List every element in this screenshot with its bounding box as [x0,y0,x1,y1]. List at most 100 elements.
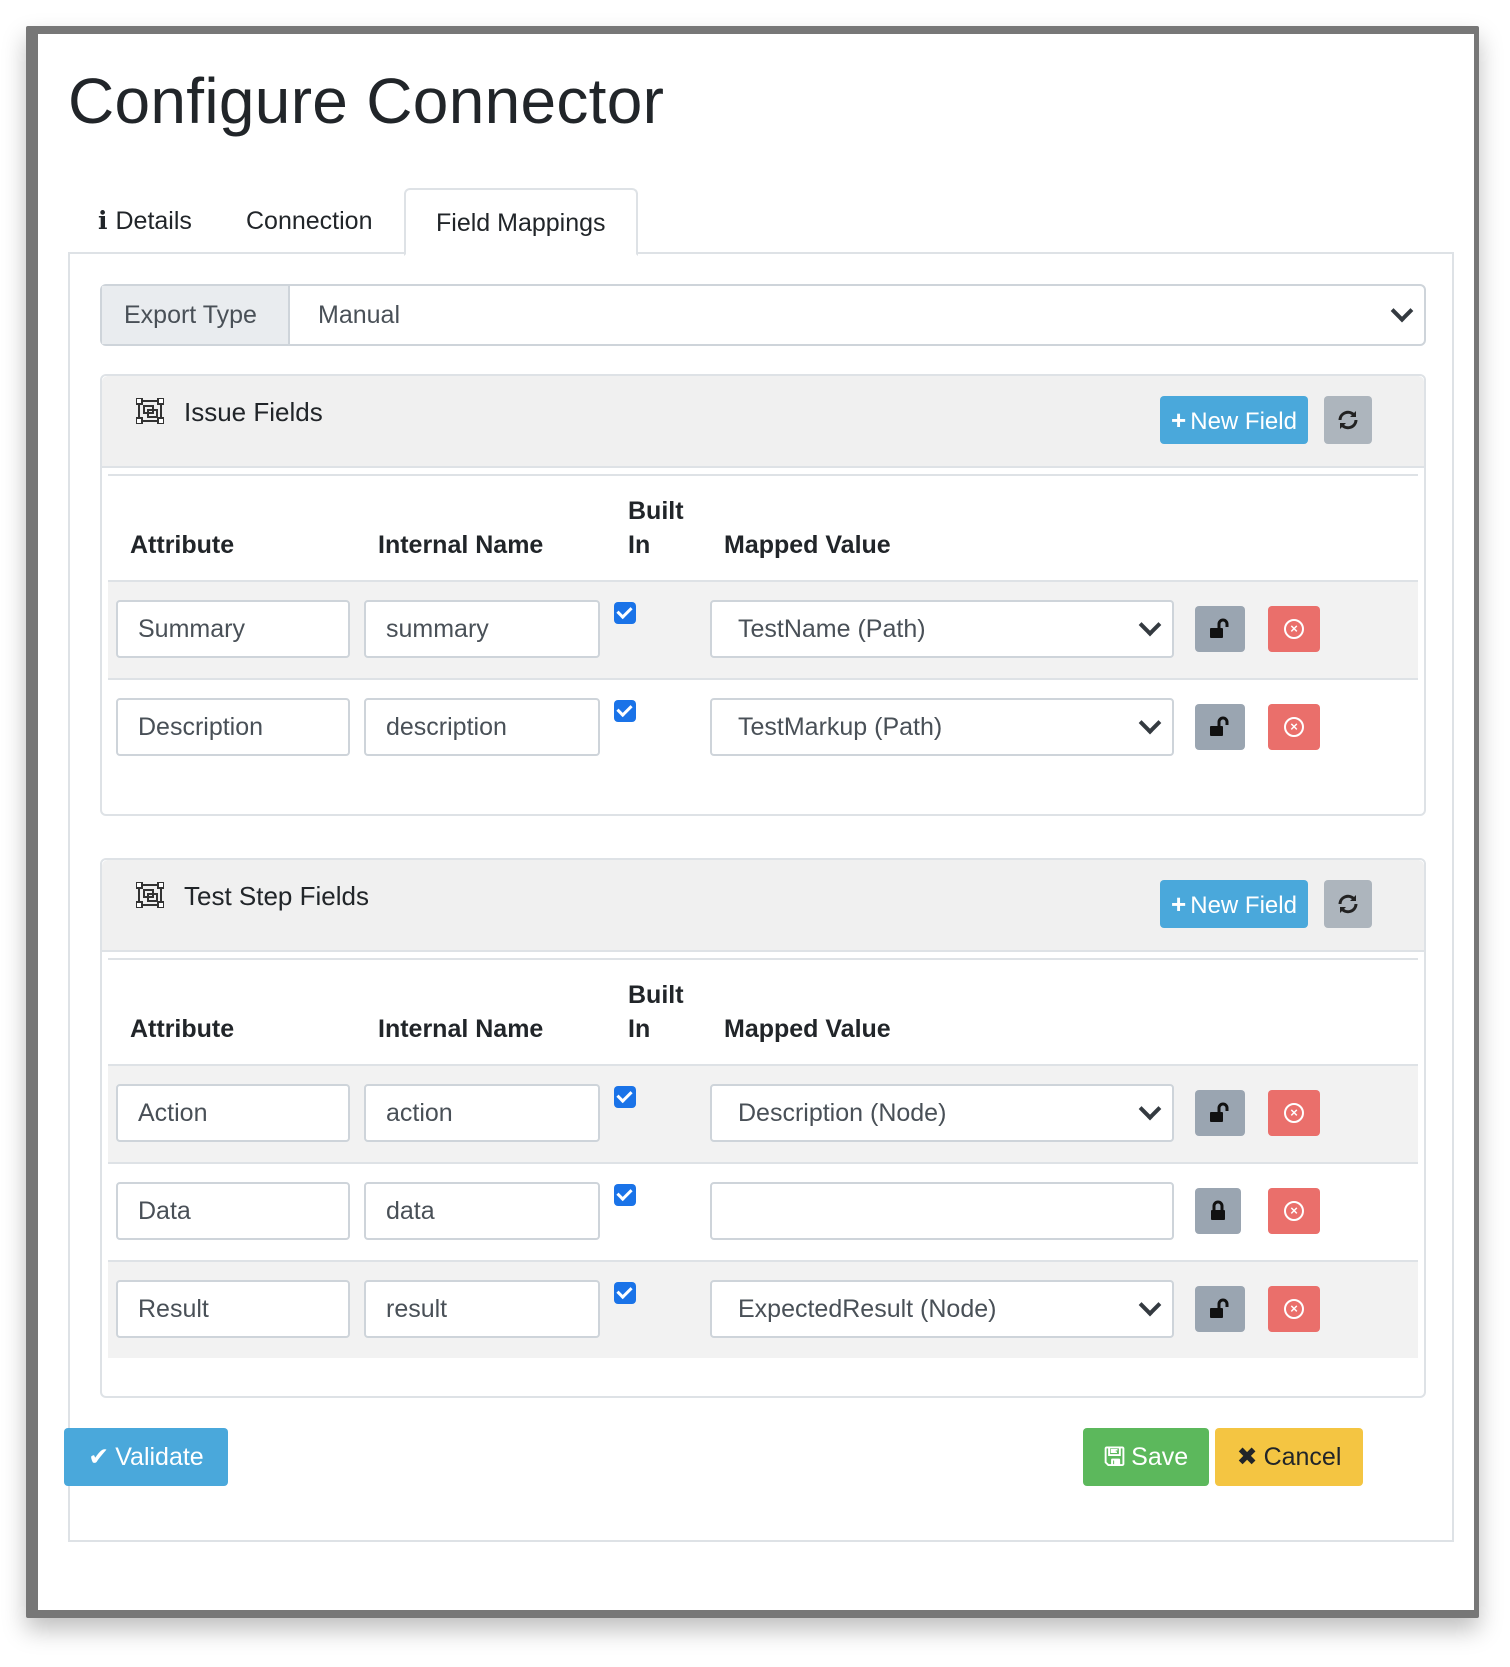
check-icon: ✔ [88,1443,110,1471]
issue-fields-title: Issue Fields [184,397,323,427]
object-group-icon [136,398,164,424]
tab-field-mappings-label: Field Mappings [436,209,606,237]
table-row: Description description TestMarkup (Path… [108,678,1418,776]
attribute-input[interactable]: Data [116,1182,350,1240]
chevron-down-icon [1138,613,1162,637]
test-step-fields-table: Attribute Internal Name Built In Mapped … [108,958,1418,1362]
col-attribute: Attribute [130,531,235,559]
step-refresh-button[interactable] [1324,880,1372,928]
unlock-icon [1210,716,1229,736]
table-row: Summary summary TestName (Path) × [108,580,1418,678]
export-type-label: Export Type [102,286,290,344]
mapped-value-select[interactable]: TestMarkup (Path) [710,698,1174,756]
unlock-icon [1210,618,1229,638]
internal-name-input[interactable]: result [364,1280,600,1338]
test-step-fields-card: Test Step Fields + New Field Attribute In [100,858,1426,1398]
unlock-button[interactable] [1195,1286,1245,1332]
info-icon: i [98,206,108,235]
close-circle-icon: × [1284,1201,1304,1221]
internal-name-input[interactable]: summary [364,600,600,658]
plus-icon: + [1171,405,1187,435]
floppy-disk-icon: 🖫 [1103,1443,1126,1471]
tab-details[interactable]: i Details [68,188,222,254]
built-in-checkbox[interactable] [614,700,636,722]
internal-name-input[interactable]: action [364,1084,600,1142]
close-circle-icon: × [1284,717,1304,737]
unlock-button[interactable] [1195,704,1245,750]
built-in-checkbox[interactable] [614,1086,636,1108]
attribute-input[interactable]: Description [116,698,350,756]
close-icon: ✖ [1236,1443,1258,1471]
chevron-down-icon [1138,1097,1162,1121]
remove-field-button[interactable]: × [1268,704,1320,750]
col-built-line1: Built [628,497,684,525]
unlock-button[interactable] [1195,1090,1245,1136]
built-in-checkbox[interactable] [614,602,636,624]
refresh-icon [1338,410,1358,430]
unlock-button[interactable] [1195,606,1245,652]
mapped-value-text: TestMarkup (Path) [738,713,943,741]
tab-connection[interactable]: Connection [216,188,402,254]
cancel-label: Cancel [1263,1443,1342,1471]
mapped-value-select[interactable]: Description (Node) [710,1084,1174,1142]
table-row: Result result ExpectedResult (Node) × [108,1260,1418,1358]
plus-icon: + [1171,889,1187,919]
col-internal-name: Internal Name [378,531,544,559]
table-top-rule [108,474,1418,476]
col-built-line2: In [628,531,651,559]
chevron-down-icon [1138,1293,1162,1317]
refresh-icon [1338,894,1358,914]
col-mapped-value: Mapped Value [724,531,891,559]
remove-field-button[interactable]: × [1268,1286,1320,1332]
validate-button[interactable]: ✔ Validate [64,1428,228,1486]
chevron-down-icon [1138,711,1162,735]
save-button[interactable]: 🖫 Save [1083,1428,1209,1486]
issue-fields-header: Issue Fields + New Field [102,376,1424,468]
table-top-rule [108,958,1418,960]
mapped-value-text: ExpectedResult (Node) [738,1295,997,1323]
issue-refresh-button[interactable] [1324,396,1372,444]
lock-button[interactable] [1195,1188,1241,1234]
table-row: Data data × [108,1162,1418,1260]
attribute-input[interactable]: Summary [116,600,350,658]
tab-field-mappings[interactable]: Field Mappings [404,188,638,256]
cancel-button[interactable]: ✖ Cancel [1215,1428,1363,1486]
col-attribute: Attribute [130,1015,235,1043]
attribute-input[interactable]: Action [116,1084,350,1142]
tab-connection-label: Connection [246,207,373,235]
issue-fields-table: Attribute Internal Name Built In Mapped … [108,474,1418,774]
mapped-value-text: TestName (Path) [738,615,926,643]
step-new-field-button[interactable]: + New Field [1160,880,1308,928]
built-in-checkbox[interactable] [614,1282,636,1304]
mapped-value-select[interactable]: TestName (Path) [710,600,1174,658]
close-circle-icon: × [1284,1103,1304,1123]
mapped-value-input[interactable] [710,1182,1174,1240]
internal-name-input[interactable]: description [364,698,600,756]
remove-field-button[interactable]: × [1268,1090,1320,1136]
test-step-fields-title: Test Step Fields [184,881,369,911]
issue-new-field-button[interactable]: + New Field [1160,396,1308,444]
remove-field-button[interactable]: × [1268,606,1320,652]
step-new-field-label: New Field [1190,892,1297,919]
internal-name-input[interactable]: data [364,1182,600,1240]
mapped-value-select[interactable]: ExpectedResult (Node) [710,1280,1174,1338]
export-type-select[interactable]: Manual [290,286,1424,344]
unlock-icon [1210,1102,1229,1122]
col-built-line1: Built [628,981,684,1009]
remove-field-button[interactable]: × [1268,1188,1320,1234]
field-mappings-pane: Export Type Manual Issue Fields + New Fi… [68,252,1454,1542]
configure-connector-modal: Configure Connector i Details Connection … [38,34,1474,1610]
validate-label: Validate [115,1443,204,1471]
save-label: Save [1131,1443,1189,1471]
unlock-icon [1210,1298,1229,1318]
col-mapped-value: Mapped Value [724,1015,891,1043]
issue-new-field-label: New Field [1190,408,1297,435]
mapped-value-text: Description (Node) [738,1099,947,1127]
chevron-down-icon [1390,299,1414,323]
col-internal-name: Internal Name [378,1015,544,1043]
attribute-input[interactable]: Result [116,1280,350,1338]
issue-fields-card: Issue Fields + New Field Attribute Intern [100,374,1426,816]
col-built-line2: In [628,1015,651,1043]
built-in-checkbox[interactable] [614,1184,636,1206]
table-row: Action action Description (Node) × [108,1064,1418,1162]
